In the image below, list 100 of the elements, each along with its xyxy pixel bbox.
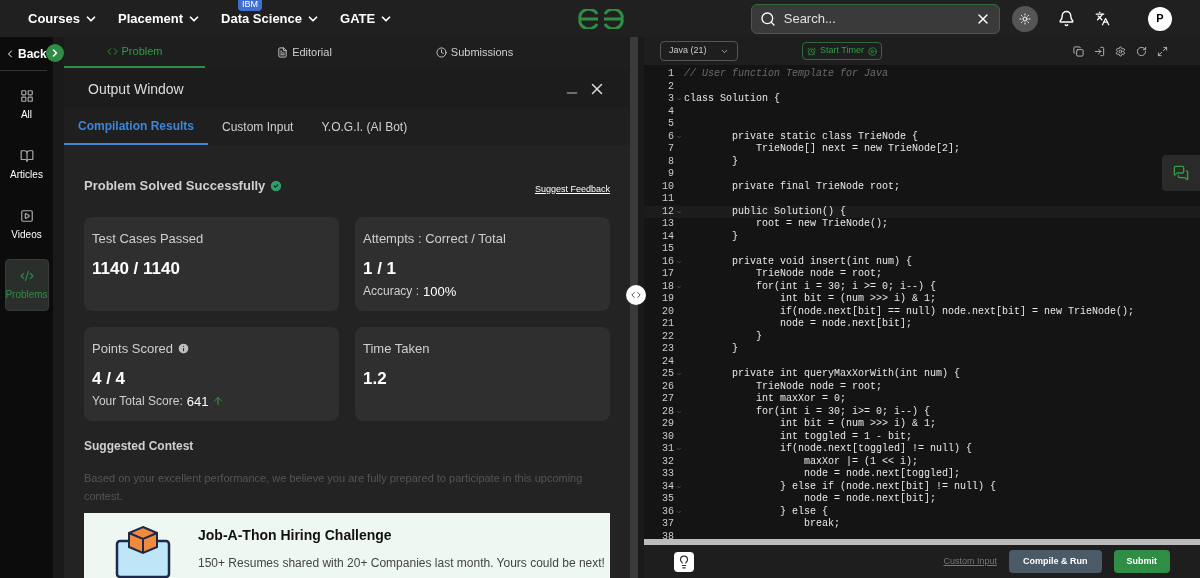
copy-icon[interactable] [1073, 45, 1084, 57]
info-icon[interactable] [176, 341, 190, 355]
line-number: 35 [661, 493, 674, 506]
line-number: 4 [667, 105, 674, 118]
code-line: node = node.next[bit]; [779, 318, 913, 331]
card-sub-value: 100% [423, 282, 457, 301]
code-line: for(int i = 30; i>= 0; i--) { [755, 405, 931, 418]
line-number: 22 [661, 330, 674, 343]
code-line: private final TrieNode root; [731, 180, 901, 193]
code-line: break; [803, 518, 841, 531]
output-tab[interactable]: Custom Input [208, 108, 308, 145]
line-number: 24 [661, 355, 674, 368]
code-line: } else { [779, 505, 829, 518]
card-title: Points Scored [92, 339, 173, 358]
splitter-bar[interactable] [630, 37, 638, 578]
chat-icon [1173, 165, 1189, 181]
settings-icon[interactable] [1115, 45, 1126, 57]
translate-icon[interactable] [1095, 11, 1111, 26]
output-tab[interactable]: Compilation Results [64, 108, 208, 145]
back-button[interactable]: Back [0, 37, 47, 71]
import-icon[interactable] [1094, 45, 1105, 57]
nav-menu[interactable]: GATE [340, 8, 394, 29]
code-line: TrieNode node = root; [755, 380, 883, 393]
line-number: 6 [667, 130, 674, 143]
line-number: 9 [667, 168, 674, 181]
chat-button[interactable] [1162, 155, 1200, 191]
line-number: 30 [661, 430, 674, 443]
card-sub-value: 641 [186, 392, 209, 411]
logo-icon [576, 8, 625, 29]
code-line: } else if (node.next[bit] != null) { [779, 480, 997, 493]
line-number: 3 [667, 93, 674, 106]
submit-button[interactable]: Submit [1113, 550, 1170, 573]
line-number: 12 [661, 205, 674, 218]
problem-tab[interactable]: Editorial [234, 37, 375, 68]
line-number: 31 [661, 443, 674, 456]
theme-toggle[interactable] [1012, 5, 1039, 32]
avatar[interactable]: P [1148, 6, 1172, 31]
output-tab[interactable]: Y.O.G.I. (AI Bot) [307, 108, 422, 145]
sidebar-item[interactable]: Articles [4, 139, 49, 191]
line-number: 16 [661, 255, 674, 268]
code-line: } [731, 343, 738, 356]
card-value: 1140 / 1140 [92, 258, 181, 280]
line-number: 17 [661, 268, 674, 281]
compile-run-button[interactable]: Compile & Run [1009, 550, 1102, 573]
clock-icon [435, 47, 447, 58]
search-bar[interactable]: Search... [750, 3, 1001, 34]
line-number: 15 [661, 243, 674, 256]
code-line: for(int i = 30; i >= 0; i--) { [755, 280, 937, 293]
timer-button[interactable]: Start Timer [802, 42, 882, 60]
line-number: 20 [661, 305, 674, 318]
code-line: // User function Template for Java [684, 68, 889, 81]
status-text: Problem Solved Successfully [84, 177, 266, 195]
custom-input-link[interactable]: Custom Input [943, 554, 997, 569]
problem-tab[interactable]: Submissions [404, 37, 545, 68]
contest-title: Job-A-Thon Hiring Challenge [198, 525, 393, 545]
line-number: 7 [667, 143, 674, 156]
code-line: int maxXor = 0; [755, 393, 847, 406]
code-line: } [731, 230, 738, 243]
code-line: int bit = (num >>> i) & 1; [779, 418, 937, 431]
reset-icon[interactable] [1136, 45, 1147, 57]
search-icon [759, 10, 776, 27]
line-number: 33 [661, 468, 674, 481]
code-line: int bit = (num >>> i) & 1; [779, 293, 937, 306]
line-number: 26 [661, 380, 674, 393]
check-circle-icon [269, 178, 284, 193]
code-line: private void insert(int num) { [731, 255, 913, 268]
language-select[interactable]: Java (21) [660, 41, 738, 61]
feedback-link[interactable]: Suggest Feedback [534, 183, 610, 197]
contest-text: 150+ Resumes shared with 20+ Companies last month. Yours could be next! [198, 554, 605, 572]
split-icon [631, 290, 641, 300]
code-line: int toggled = 1 - bit; [779, 430, 913, 443]
line-number: 5 [667, 118, 674, 131]
line-number: 18 [661, 280, 674, 293]
code-line: TrieNode[] next = new TrieNode[2]; [755, 143, 961, 156]
card-value: 1 / 1 [363, 258, 398, 280]
expand-button[interactable] [46, 44, 64, 62]
code-line: root = new TrieNode(); [755, 218, 889, 231]
lightbulb-icon [677, 554, 691, 569]
code-line: if(node.next[toggled] != null) { [779, 443, 973, 456]
line-number: 25 [661, 368, 674, 381]
card-title: Test Cases Passed [92, 229, 204, 248]
line-number: 38 [661, 530, 674, 539]
bell-icon[interactable] [1058, 10, 1076, 27]
sidebar-item[interactable]: Videos [4, 199, 49, 251]
nav-menu[interactable]: Courses [28, 8, 99, 29]
hint-button[interactable] [674, 551, 694, 572]
fullscreen-icon[interactable] [1157, 45, 1168, 57]
card-sub-label: Accuracy : [363, 283, 419, 301]
nav-menu[interactable]: Placement [118, 8, 202, 29]
problem-tab[interactable]: Problem [64, 37, 205, 68]
card-title: Time Taken [363, 339, 430, 358]
sidebar-item[interactable]: All [4, 79, 49, 131]
code-line: TrieNode node = root; [755, 268, 883, 281]
card-value: 1.2 [363, 368, 388, 390]
line-number: 8 [667, 155, 674, 168]
search-field[interactable]: Search... [783, 8, 968, 29]
code-line: public Solution() { [731, 205, 847, 218]
card-value: 4 / 4 [92, 368, 127, 390]
code-line: class Solution { [684, 93, 780, 106]
code-icon [106, 46, 118, 57]
